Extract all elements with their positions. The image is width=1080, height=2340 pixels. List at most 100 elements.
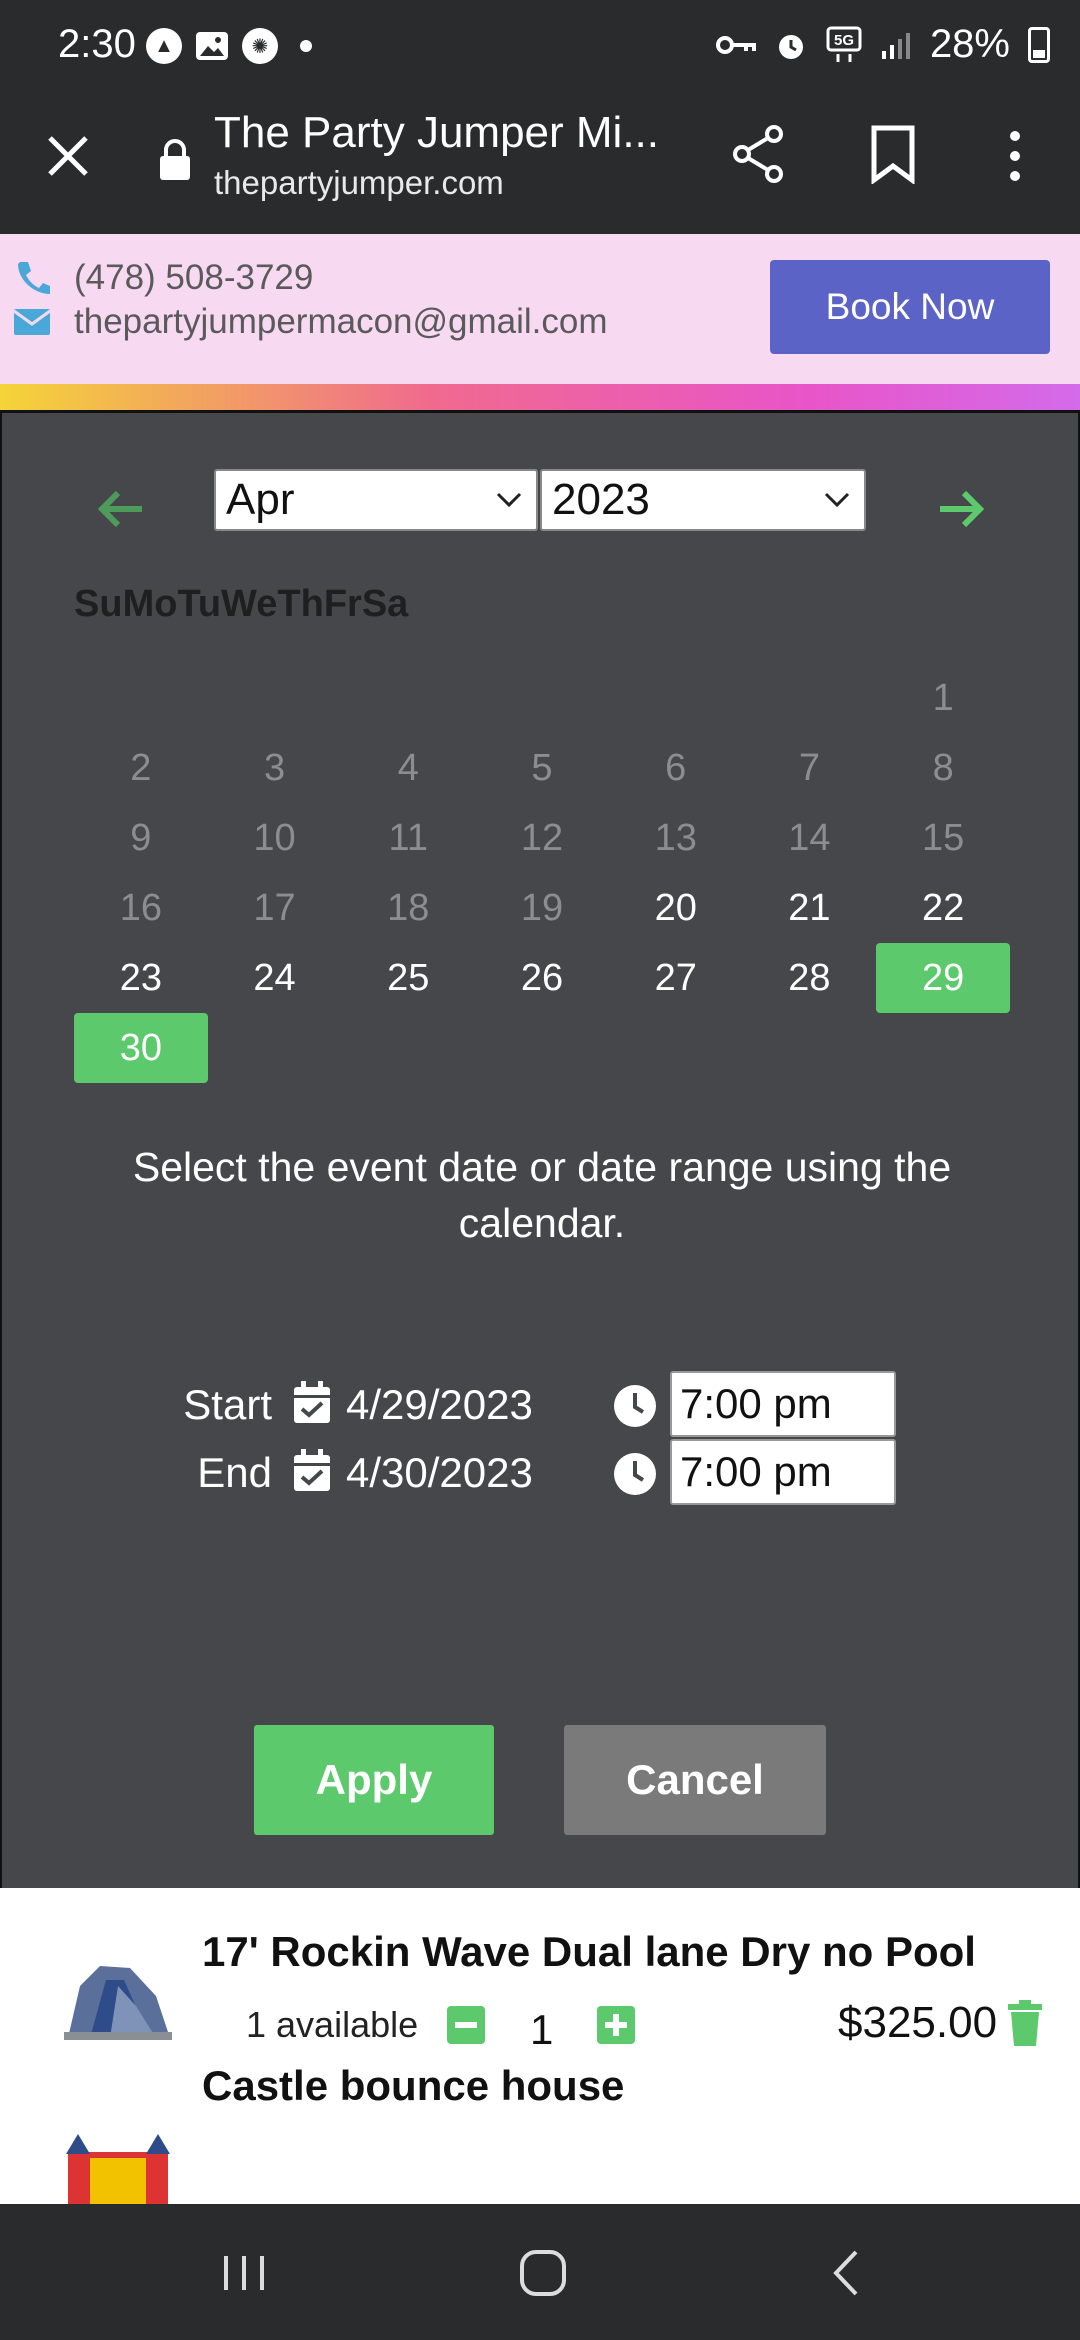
lock-icon xyxy=(160,139,190,180)
calendar-day: 1 xyxy=(932,676,954,719)
start-row: Start 4/29/2023 7:00 pm xyxy=(2,1371,1080,1441)
calendar-check-icon xyxy=(294,1449,330,1491)
calendar-day[interactable]: 27 xyxy=(609,943,743,1013)
close-icon[interactable] xyxy=(40,128,96,184)
water-slide-thumbnail[interactable] xyxy=(60,1946,176,2046)
calendar-day: 17 xyxy=(253,886,296,929)
calendar-empty-cell xyxy=(609,663,743,733)
battery-icon xyxy=(1028,26,1050,63)
phone-number[interactable]: (478) 508-3729 xyxy=(74,258,313,298)
calendar-day[interactable]: 23 xyxy=(74,943,208,1013)
status-bar: 2:30 ▲ ✺ 5G 28% xyxy=(0,0,1080,96)
site-header: (478) 508-3729 thepartyjumpermacon@gmail… xyxy=(0,234,1080,384)
calendar-day: 10 xyxy=(253,816,296,859)
calendar-day[interactable]: 25 xyxy=(341,943,475,1013)
calendar-day[interactable]: 24 xyxy=(208,943,342,1013)
plus-icon[interactable] xyxy=(597,2006,635,2044)
sun-notification-icon: ✺ xyxy=(242,28,278,64)
date-picker-modal: Apr 2023 Su Mo Tu We Th Fr Sa 1234567891… xyxy=(0,410,1080,1888)
calendar-day: 9 xyxy=(130,816,152,859)
browser-toolbar: The Party Jumper Mi... thepartyjumper.co… xyxy=(0,96,1080,234)
item-name[interactable]: 17' Rockin Wave Dual lane Dry no Pool xyxy=(202,1928,976,1976)
home-icon[interactable] xyxy=(514,2248,574,2298)
email-contact[interactable]: thepartyjumpermacon@gmail.com xyxy=(12,302,608,342)
system-nav-bar xyxy=(0,2204,1080,2340)
previous-month-arrow-icon[interactable] xyxy=(92,479,152,539)
calendar-day[interactable]: 21 xyxy=(743,873,877,943)
page-url[interactable]: thepartyjumper.com xyxy=(214,164,504,202)
phone-icon xyxy=(18,262,50,294)
cart-list: 17' Rockin Wave Dual lane Dry no Pool 1 … xyxy=(0,1888,1080,2204)
calendar-day: 18 xyxy=(387,886,430,929)
recent-apps-icon[interactable] xyxy=(214,2248,274,2298)
calendar-day[interactable]: 28 xyxy=(743,943,877,1013)
calendar-check-icon xyxy=(294,1381,330,1423)
email-address[interactable]: thepartyjumpermacon@gmail.com xyxy=(74,302,608,342)
calendar-day[interactable]: 20 xyxy=(609,873,743,943)
more-menu-icon[interactable] xyxy=(1000,126,1030,186)
calendar-day: 19 xyxy=(520,886,564,929)
quantity-value: 1 xyxy=(530,2006,554,2053)
clock-icon xyxy=(614,1453,656,1495)
calendar-day: 2 xyxy=(130,746,152,789)
weekday-label: Tu xyxy=(177,583,222,625)
battery-percent: 28% xyxy=(929,22,1010,66)
trash-icon[interactable] xyxy=(1006,2000,1044,2048)
chevron-down-icon xyxy=(496,492,522,508)
calendar-day-selected[interactable]: 29 xyxy=(876,943,1010,1013)
end-time-input[interactable]: 7:00 pm xyxy=(670,1439,896,1505)
gallery-icon xyxy=(196,32,228,60)
book-now-button[interactable]: Book Now xyxy=(770,260,1050,354)
start-date[interactable]: 4/29/2023 xyxy=(346,1381,533,1429)
calendar-day-selected[interactable]: 30 xyxy=(74,1013,208,1083)
calendar-empty-cell xyxy=(475,663,609,733)
vpn-key-icon xyxy=(715,35,756,54)
alarm-icon xyxy=(778,34,803,59)
share-icon[interactable] xyxy=(728,122,788,186)
item-name[interactable]: Castle bounce house xyxy=(202,2062,624,2110)
year-value: 2023 xyxy=(552,475,650,524)
castle-thumbnail[interactable] xyxy=(60,2132,176,2204)
signal-icon xyxy=(881,32,910,59)
network-5g-icon: 5G xyxy=(826,26,862,62)
calendar-day: 4 xyxy=(397,746,419,789)
month-select[interactable]: Apr xyxy=(214,469,538,531)
end-label: End xyxy=(197,1449,272,1496)
calendar-day: 15 xyxy=(921,816,965,859)
availability-text: 1 available xyxy=(246,2004,419,2045)
calendar-day[interactable]: 22 xyxy=(876,873,1010,943)
weekday-label: Sa xyxy=(361,583,409,625)
calendar-day: 8 xyxy=(932,746,954,789)
clock-icon xyxy=(614,1385,656,1427)
apply-button[interactable]: Apply xyxy=(254,1725,494,1835)
phone-contact[interactable]: (478) 508-3729 xyxy=(12,258,313,298)
rainbow-divider xyxy=(0,384,1080,410)
item-price: $325.00 xyxy=(838,1998,998,2047)
calendar-day: 11 xyxy=(388,816,428,859)
calendar-empty-cell xyxy=(743,663,877,733)
calendar-grid: 1 2 3 4 5 6 7 8 9 10 11 12 13 14 15 16 17 18 19 20 21 22 23 24 2… xyxy=(74,663,1010,1083)
app-notification-icon: ▲ xyxy=(146,28,182,64)
weekday-label: Th xyxy=(277,583,324,625)
status-right: 5G 28% xyxy=(715,22,1050,67)
bookmark-icon[interactable] xyxy=(868,124,918,184)
start-time-input[interactable]: 7:00 pm xyxy=(670,1371,896,1437)
weekday-label: Fr xyxy=(323,583,362,625)
calendar-empty-cell xyxy=(208,663,342,733)
more-notifications-dot xyxy=(300,40,312,52)
minus-icon[interactable] xyxy=(447,2006,485,2044)
calendar-day: 6 xyxy=(665,746,687,789)
year-select[interactable]: 2023 xyxy=(540,469,866,531)
page-title[interactable]: The Party Jumper Mi... xyxy=(214,108,659,158)
calendar-day: 7 xyxy=(798,746,820,789)
weekday-label: Mo xyxy=(122,583,178,625)
calendar-day: 16 xyxy=(119,886,162,929)
calendar-day: 14 xyxy=(788,816,831,859)
weekday-label: Su xyxy=(74,583,123,625)
calendar-day[interactable]: 26 xyxy=(475,943,609,1013)
cancel-button[interactable]: Cancel xyxy=(564,1725,826,1835)
status-time: 2:30 xyxy=(58,22,136,66)
back-icon[interactable] xyxy=(818,2248,878,2298)
next-month-arrow-icon[interactable] xyxy=(930,479,990,539)
end-date[interactable]: 4/30/2023 xyxy=(346,1449,533,1497)
